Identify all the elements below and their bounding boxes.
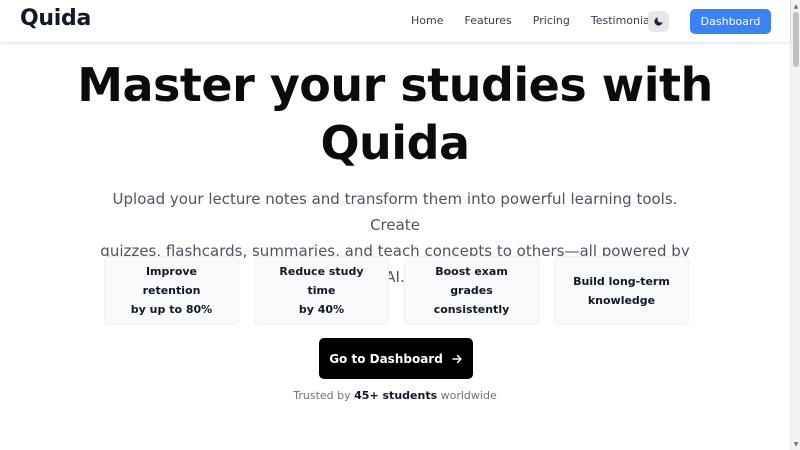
trust-prefix: Trusted by bbox=[293, 389, 351, 402]
feature-card-text: knowledge bbox=[587, 293, 656, 307]
scroll-thumb[interactable] bbox=[793, 12, 799, 67]
trust-line: Trusted by 45+ students worldwide bbox=[0, 389, 790, 402]
arrow-right-icon bbox=[451, 353, 463, 365]
feature-card-exam-grades: Boost exam grades consistently bbox=[404, 256, 539, 325]
feature-card-text: Reduce study time bbox=[279, 265, 364, 297]
student-count: 45+ students bbox=[354, 389, 438, 402]
nav-link-features[interactable]: Features bbox=[464, 14, 511, 27]
feature-card-text: Build long-term bbox=[573, 274, 670, 288]
nav-links: Home Features Pricing Testimonials bbox=[411, 14, 680, 27]
logo[interactable]: Quida bbox=[20, 6, 91, 31]
nav-link-pricing[interactable]: Pricing bbox=[533, 14, 570, 27]
hero-title-line2: Quida bbox=[320, 116, 470, 170]
theme-toggle-button[interactable] bbox=[648, 11, 669, 32]
feature-cards: Improve retention by up to 80% Reduce st… bbox=[104, 256, 689, 325]
feature-card-text: Improve retention bbox=[142, 265, 201, 297]
scroll-down-icon[interactable]: ▼ bbox=[792, 440, 800, 448]
feature-card-text: by 40% bbox=[298, 303, 345, 316]
go-to-dashboard-button[interactable]: Go to Dashboard bbox=[319, 338, 473, 379]
feature-card-retention: Improve retention by up to 80% bbox=[104, 256, 239, 325]
hero-title-line1: Master your studies with bbox=[77, 58, 713, 112]
hero-subtitle-line1: Upload your lecture notes and transform … bbox=[112, 190, 678, 234]
nav-link-home[interactable]: Home bbox=[411, 14, 443, 27]
feature-card-study-time: Reduce study time by 40% bbox=[254, 256, 389, 325]
feature-card-text: by up to 80% bbox=[130, 303, 213, 316]
feature-card-text: consistently bbox=[433, 303, 510, 316]
feature-card-text: Boost exam grades bbox=[435, 265, 508, 297]
dashboard-button[interactable]: Dashboard bbox=[690, 9, 771, 34]
hero-title: Master your studies with Quida bbox=[0, 56, 790, 172]
cta-label: Go to Dashboard bbox=[329, 351, 443, 366]
navbar: Quida Home Features Pricing Testimonials… bbox=[0, 0, 790, 42]
trust-suffix: worldwide bbox=[440, 389, 497, 402]
scroll-up-icon[interactable]: ▲ bbox=[792, 2, 800, 10]
scrollbar[interactable]: ▲ ▼ bbox=[790, 0, 800, 450]
moon-icon bbox=[654, 17, 663, 26]
feature-card-knowledge: Build long-term knowledge bbox=[554, 256, 689, 325]
